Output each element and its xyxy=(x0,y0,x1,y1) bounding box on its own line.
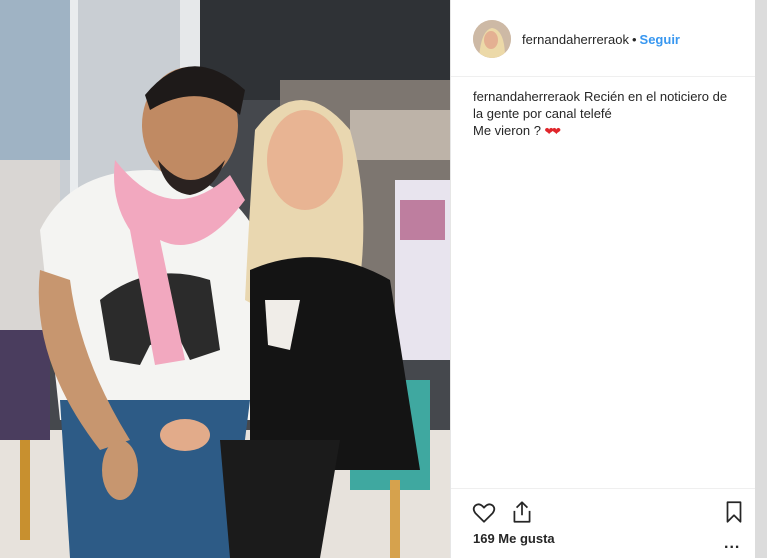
caption-username[interactable]: fernandaherreraok xyxy=(473,89,580,104)
instagram-post-screenshot: fernandaherreraok • Seguir fernandaherrera… xyxy=(0,0,767,558)
bookmark-icon[interactable] xyxy=(721,499,747,525)
caption-line-2: la gente por canal telefé xyxy=(473,106,612,121)
photo-illustration xyxy=(0,0,450,558)
window-edge xyxy=(755,0,767,558)
caption-text-3: Me vieron ? xyxy=(473,123,541,138)
separator-dot: • xyxy=(631,32,637,47)
more-options-button[interactable]: ... xyxy=(724,535,740,553)
post-photo[interactable] xyxy=(0,0,450,558)
avatar-icon xyxy=(473,20,511,58)
heart-icon[interactable] xyxy=(471,499,497,525)
avatar[interactable] xyxy=(473,20,511,58)
post-header: fernandaherreraok • Seguir xyxy=(451,0,756,77)
likes-count[interactable]: 169 Me gusta xyxy=(473,531,555,546)
hearts-emoji: ❤❤ xyxy=(544,126,562,138)
username-link[interactable]: fernandaherreraok xyxy=(522,32,629,47)
caption-line-1: fernandaherreraok Recién en el noticiero … xyxy=(473,88,743,105)
header-text: fernandaherreraok • Seguir xyxy=(522,32,680,47)
action-bar: 169 Me gusta ... xyxy=(451,488,756,558)
post-sidebar: fernandaherreraok • Seguir fernandaherrera… xyxy=(450,0,756,558)
share-icon[interactable] xyxy=(509,499,535,525)
caption-line-3: Me vieron ? ❤❤ xyxy=(473,122,743,141)
caption: fernandaherreraok Recién en el noticiero … xyxy=(473,88,743,141)
follow-button[interactable]: Seguir xyxy=(640,32,680,47)
caption-text-1: Recién en el noticiero de xyxy=(583,89,728,104)
